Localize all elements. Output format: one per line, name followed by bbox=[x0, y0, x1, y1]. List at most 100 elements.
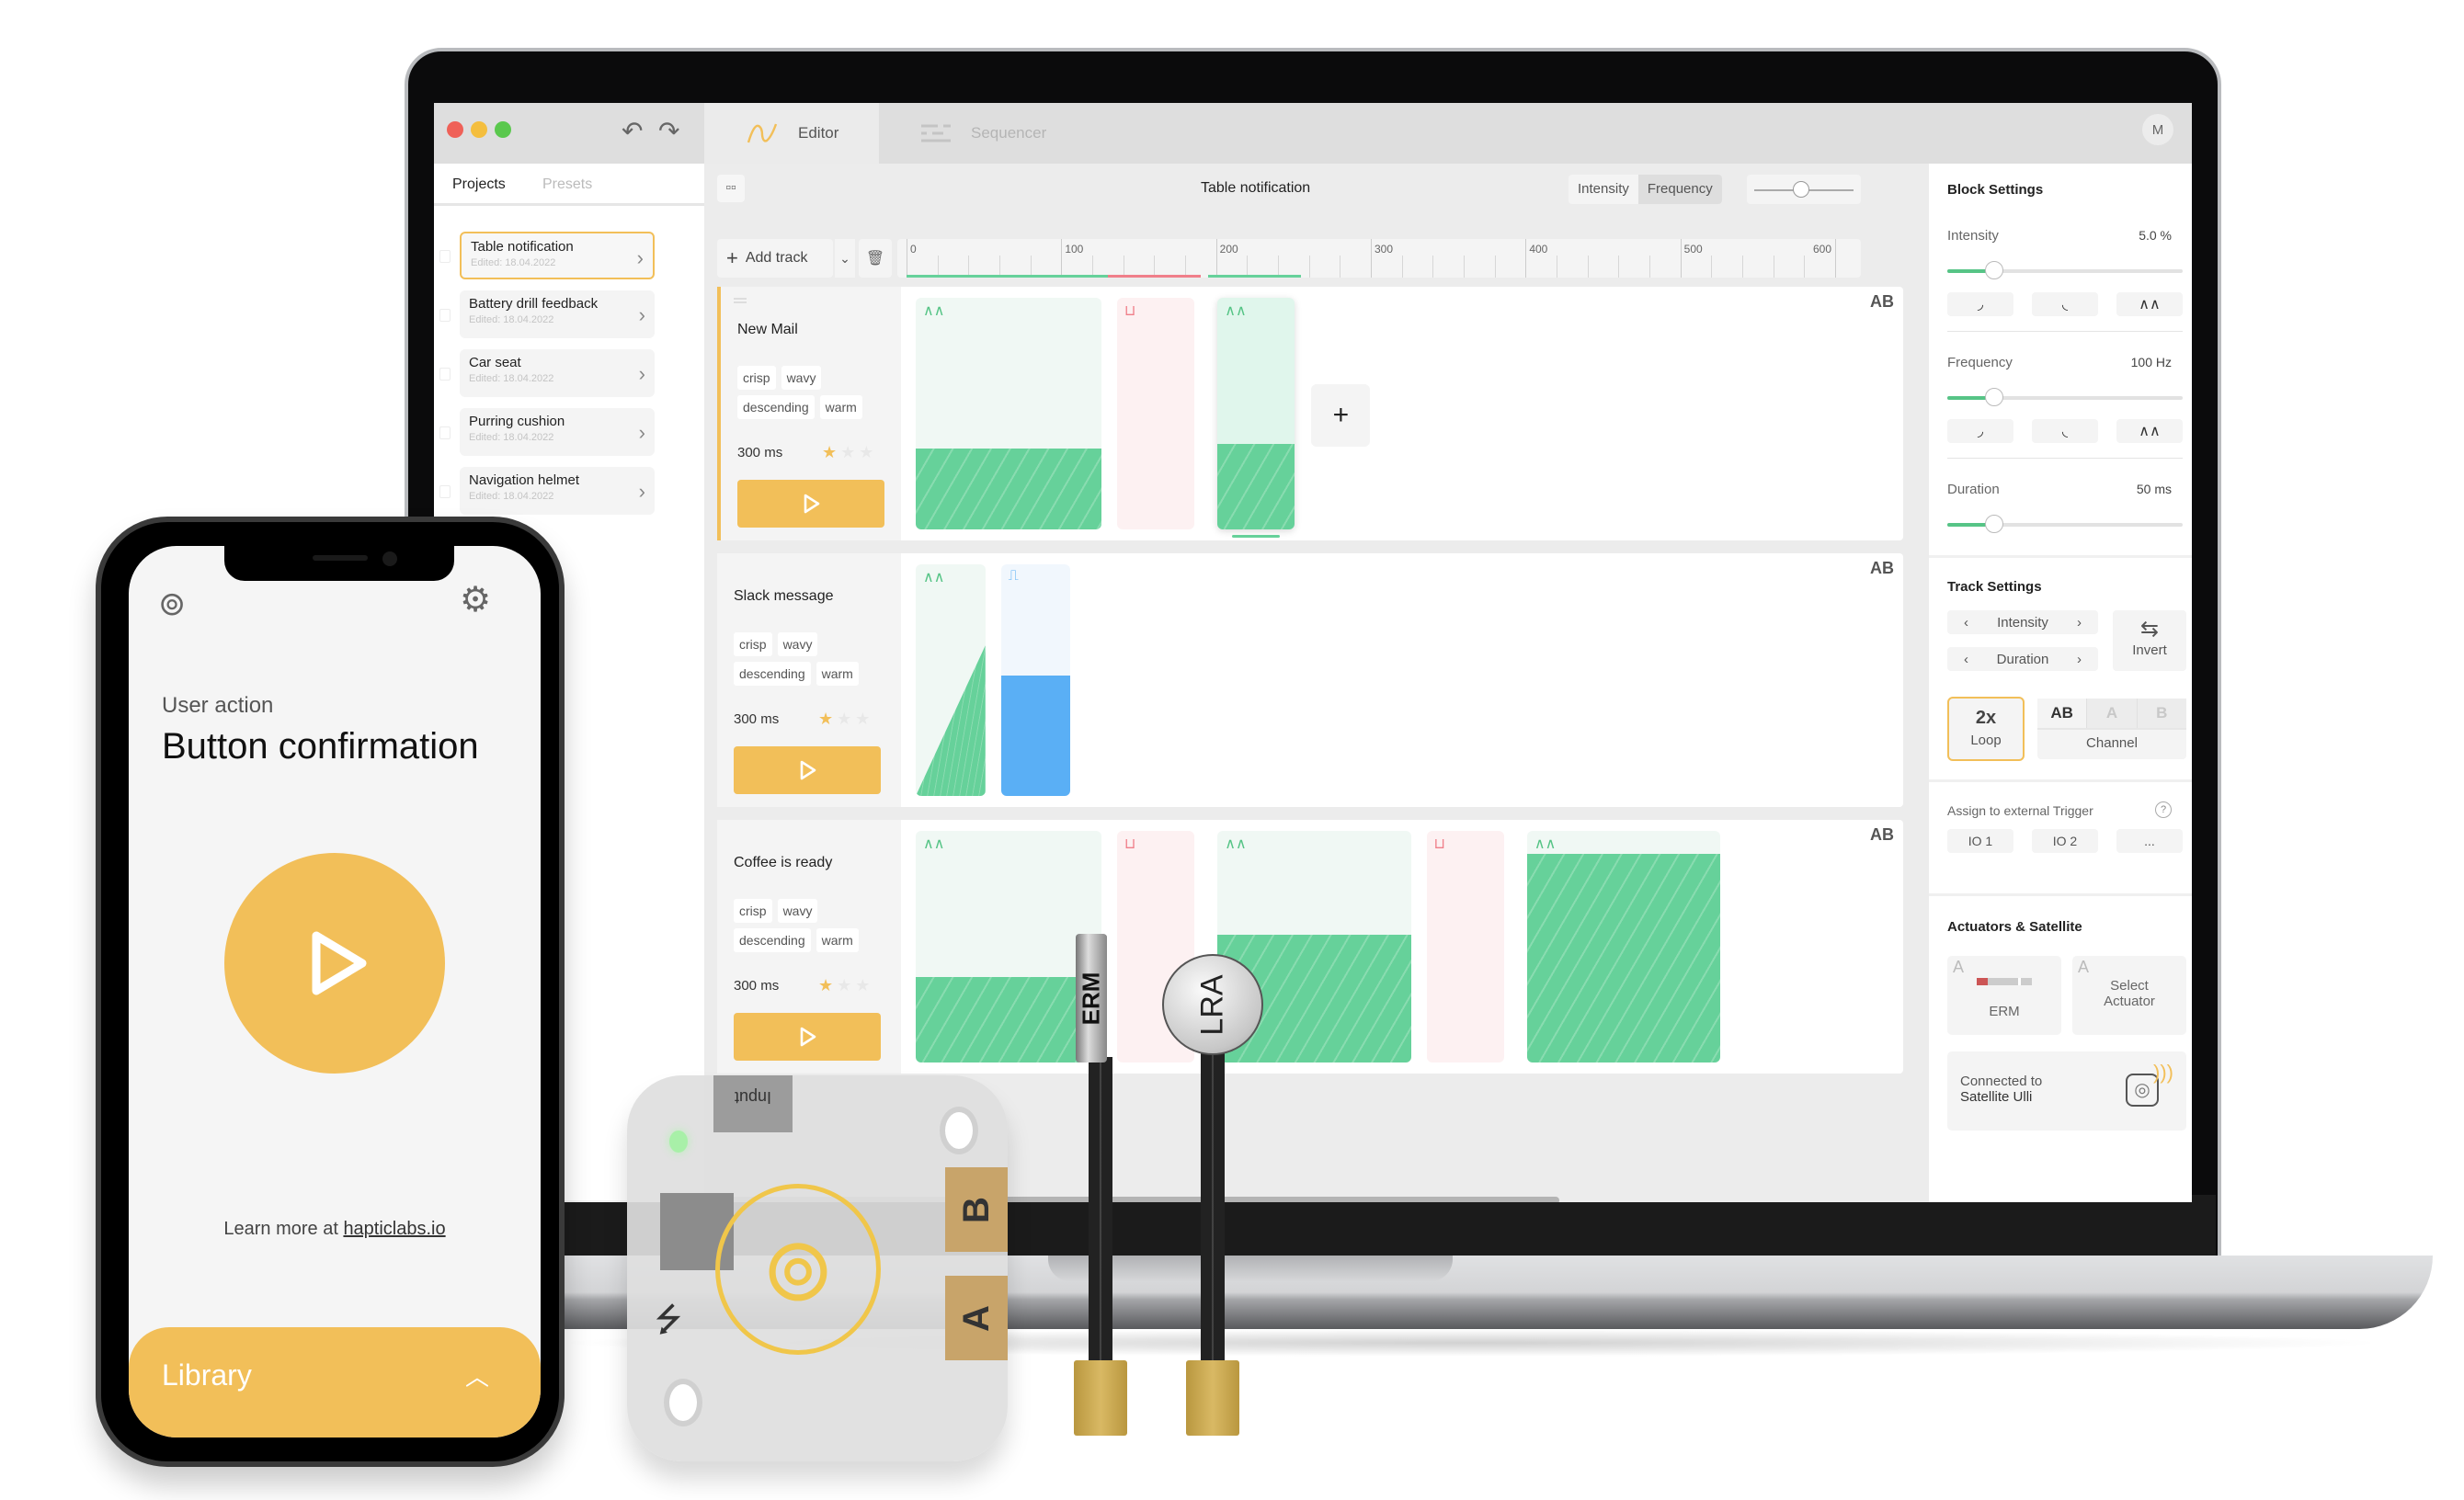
zoom-slider[interactable] bbox=[1747, 175, 1861, 204]
star-empty-icon[interactable]: ★ bbox=[855, 710, 873, 728]
tag[interactable]: crisp bbox=[734, 899, 772, 923]
drag-handle-icon[interactable] bbox=[734, 298, 747, 303]
redo-icon[interactable]: ↷ bbox=[658, 116, 679, 146]
project-item[interactable]: Car seat Edited: 18.04.2022 › bbox=[460, 349, 655, 397]
lock-icon[interactable] bbox=[439, 309, 451, 322]
more-io-button[interactable]: ... bbox=[2116, 829, 2183, 853]
select-actuator-button[interactable]: A Select Actuator bbox=[2072, 956, 2186, 1035]
vibration-block[interactable]: ∧∧ bbox=[1217, 298, 1295, 529]
play-button[interactable] bbox=[224, 853, 445, 1074]
add-track-button[interactable]: + Add track bbox=[717, 239, 833, 278]
chevron-right-icon[interactable]: › bbox=[639, 362, 645, 386]
pause-block[interactable]: ⊔ bbox=[1116, 298, 1194, 529]
track[interactable]: New Mail crisp wavy descending warm 300 ms … bbox=[717, 287, 1903, 540]
play-track-button[interactable] bbox=[734, 746, 881, 794]
track[interactable]: Slack message crisp wavy descending warm 30… bbox=[717, 553, 1903, 807]
play-track-button[interactable] bbox=[734, 1013, 881, 1061]
trash-icon[interactable]: 🗑 bbox=[859, 239, 892, 278]
chevron-right-icon[interactable]: › bbox=[637, 246, 644, 270]
tag[interactable]: crisp bbox=[734, 632, 772, 656]
add-block-button[interactable]: + bbox=[1311, 384, 1371, 447]
io2-button[interactable]: IO 2 bbox=[2032, 829, 2098, 853]
star-filled-icon[interactable]: ★ bbox=[818, 710, 837, 728]
star-empty-icon[interactable]: ★ bbox=[837, 976, 855, 994]
lock-icon[interactable] bbox=[439, 485, 451, 498]
project-item[interactable]: Battery drill feedback Edited: 18.04.202… bbox=[460, 290, 655, 338]
slider-knob[interactable] bbox=[1985, 388, 2004, 406]
tag[interactable]: wavy bbox=[777, 632, 818, 656]
actuator-slot-erm[interactable]: A ERM bbox=[1947, 956, 2061, 1035]
tag[interactable]: descending bbox=[737, 395, 815, 419]
undo-icon[interactable]: ↶ bbox=[622, 116, 643, 146]
ease-in-curve-icon[interactable]: ◞ bbox=[1947, 292, 2013, 316]
loop-button[interactable]: 2x Loop bbox=[1947, 697, 2025, 761]
chevron-left-icon[interactable]: ‹ bbox=[1964, 615, 1968, 631]
track[interactable]: Coffee is ready crisp wavy descending warm … bbox=[717, 820, 1903, 1074]
tag[interactable]: warm bbox=[819, 395, 862, 419]
star-empty-icon[interactable]: ★ bbox=[855, 976, 873, 994]
chevron-right-icon[interactable]: › bbox=[2077, 652, 2082, 667]
intensity-stepper[interactable]: ‹ Intensity › bbox=[1947, 610, 2098, 634]
user-avatar[interactable]: M bbox=[2142, 114, 2173, 145]
project-item[interactable]: Purring cushion Edited: 18.04.2022 › bbox=[460, 408, 655, 456]
tag[interactable]: crisp bbox=[737, 366, 776, 390]
tab-presets[interactable]: Presets bbox=[542, 176, 592, 193]
fingerprint-icon[interactable]: ⊚ bbox=[158, 585, 186, 623]
project-item[interactable]: Navigation helmet Edited: 18.04.2022 › bbox=[460, 467, 655, 515]
chevron-right-icon[interactable]: › bbox=[639, 303, 645, 327]
ease-in-curve-icon[interactable]: ◞ bbox=[1947, 419, 2013, 443]
help-icon[interactable]: ? bbox=[2155, 801, 2172, 818]
tag[interactable]: descending bbox=[734, 928, 811, 952]
duration-slider[interactable] bbox=[1947, 515, 2183, 533]
tag[interactable]: descending bbox=[734, 662, 811, 686]
tag[interactable]: wavy bbox=[781, 366, 822, 390]
ease-out-curve-icon[interactable]: ◟ bbox=[2032, 292, 2098, 316]
tag[interactable]: warm bbox=[816, 928, 859, 952]
satellite-status[interactable]: Connected to Satellite Ulli ◎ ))) bbox=[1947, 1051, 2186, 1131]
minimize-window-button[interactable] bbox=[471, 121, 487, 138]
view-frequency-button[interactable]: Frequency bbox=[1637, 175, 1722, 204]
maximize-window-button[interactable] bbox=[495, 121, 511, 138]
tab-projects[interactable]: Projects bbox=[452, 176, 506, 193]
add-track-dropdown[interactable]: ⌄ bbox=[835, 239, 855, 278]
chevron-left-icon[interactable]: ‹ bbox=[1964, 652, 1968, 667]
wave-icon[interactable]: ∧∧ bbox=[2116, 292, 2183, 316]
channel-b-option[interactable]: B bbox=[2136, 699, 2186, 728]
vibration-block[interactable]: ∧∧ bbox=[1526, 831, 1721, 1062]
lock-icon[interactable] bbox=[439, 368, 451, 381]
ramp-block[interactable]: ∧∧ bbox=[916, 564, 986, 796]
star-empty-icon[interactable]: ★ bbox=[840, 443, 859, 461]
close-window-button[interactable] bbox=[447, 121, 463, 138]
star-filled-icon[interactable]: ★ bbox=[818, 976, 837, 994]
tag[interactable]: warm bbox=[816, 662, 859, 686]
intensity-slider[interactable] bbox=[1947, 261, 2183, 279]
timeline-ruler[interactable]: 0 100 200 300 400 500 600 bbox=[897, 239, 1861, 278]
chevron-right-icon[interactable]: › bbox=[639, 421, 645, 445]
play-track-button[interactable] bbox=[737, 480, 884, 528]
chevron-right-icon[interactable]: › bbox=[639, 480, 645, 504]
star-empty-icon[interactable]: ★ bbox=[859, 443, 877, 461]
duration-stepper[interactable]: ‹ Duration › bbox=[1947, 647, 2098, 671]
fingerprint-touch-icon[interactable]: ⊚ bbox=[715, 1184, 881, 1355]
gear-icon[interactable]: ⚙ bbox=[460, 579, 491, 620]
vibration-block[interactable]: ∧∧ bbox=[916, 831, 1101, 1062]
chevron-up-icon[interactable]: ︿ bbox=[465, 1358, 489, 1392]
chevron-right-icon[interactable]: › bbox=[2077, 615, 2082, 631]
invert-button[interactable]: ⇆ Invert bbox=[2113, 610, 2186, 671]
lock-icon[interactable] bbox=[439, 426, 451, 439]
library-drawer[interactable]: Library ︿ bbox=[129, 1327, 541, 1438]
ease-out-curve-icon[interactable]: ◟ bbox=[2032, 419, 2098, 443]
tab-editor[interactable]: Editor bbox=[704, 103, 879, 164]
vibration-block[interactable]: ∧∧ bbox=[916, 298, 1101, 529]
hapticlabs-link[interactable]: hapticlabs.io bbox=[343, 1219, 445, 1239]
frequency-slider[interactable] bbox=[1947, 388, 2183, 406]
lock-icon[interactable] bbox=[439, 250, 451, 263]
pause-block[interactable]: ⊔ bbox=[1426, 831, 1504, 1062]
tag[interactable]: wavy bbox=[777, 899, 818, 923]
slider-knob[interactable] bbox=[1985, 515, 2004, 533]
star-empty-icon[interactable]: ★ bbox=[837, 710, 855, 728]
wave-icon[interactable]: ∧∧ bbox=[2116, 419, 2183, 443]
view-intensity-button[interactable]: Intensity bbox=[1569, 175, 1638, 204]
star-filled-icon[interactable]: ★ bbox=[822, 443, 840, 461]
square-wave-block[interactable]: ⎍ bbox=[1000, 564, 1071, 796]
